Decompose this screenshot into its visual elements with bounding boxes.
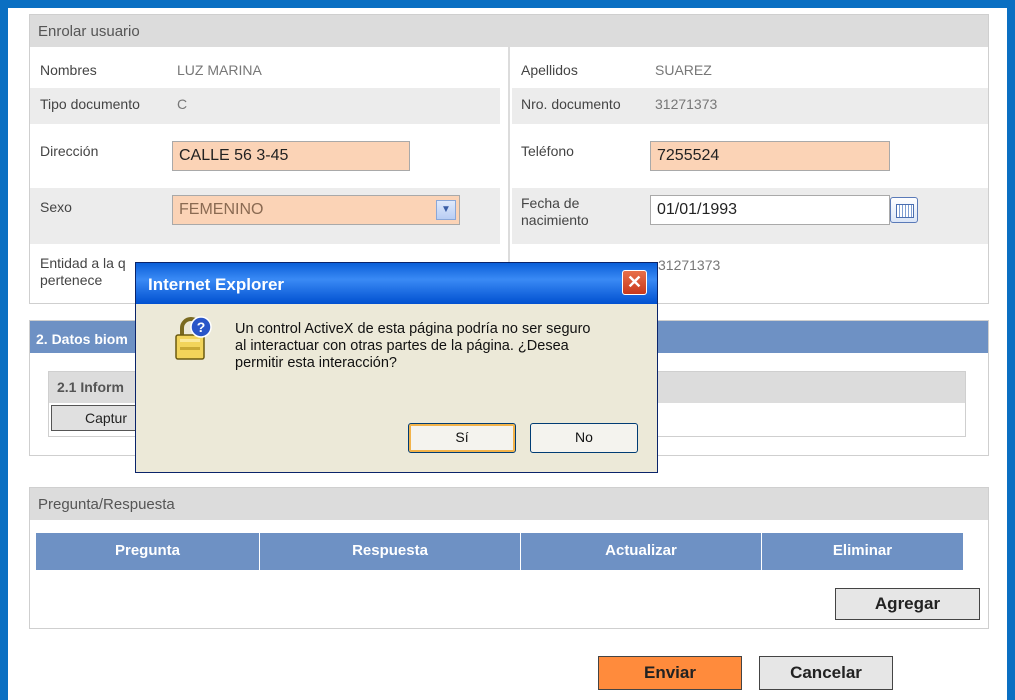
- column-header-eliminar: Eliminar: [761, 533, 963, 570]
- column-header-pregunta: Pregunta: [36, 533, 259, 570]
- nombres-value: LUZ MARINA: [177, 62, 262, 78]
- close-icon[interactable]: ✕: [622, 270, 647, 295]
- telefono-input[interactable]: 7255524: [650, 141, 890, 171]
- dialog-title: Internet Explorer: [136, 263, 657, 304]
- sexo-select[interactable]: FEMENINO ▼: [172, 195, 460, 225]
- window-frame-right: [1007, 0, 1015, 700]
- entidad-label: Entidad a la q pertenece: [40, 255, 126, 289]
- nro-documento-label: Nro. documento: [521, 96, 621, 112]
- nombres-label: Nombres: [40, 62, 97, 78]
- window-frame-top: [0, 0, 1015, 8]
- chevron-down-icon[interactable]: ▼: [436, 200, 456, 220]
- window-frame-left: [0, 0, 8, 700]
- apellidos-value: SUAREZ: [655, 62, 712, 78]
- sexo-label: Sexo: [40, 199, 72, 215]
- cancelar-button[interactable]: Cancelar: [759, 656, 893, 690]
- padlock-question-icon: ?: [172, 315, 212, 363]
- column-header-respuesta: Respuesta: [259, 533, 520, 570]
- entidad-label-line1: Entidad a la q: [40, 255, 126, 271]
- activex-dialog: Internet Explorer ✕ ? Un control ActiveX…: [135, 262, 658, 473]
- pregunta-respuesta-title: Pregunta/Respuesta: [30, 488, 988, 520]
- sexo-select-value: FEMENINO: [179, 201, 264, 218]
- entidad-label-line2: pertenece: [40, 272, 103, 288]
- nro-documento-value: 31271373: [655, 96, 718, 112]
- agregar-button[interactable]: Agregar: [835, 588, 980, 620]
- enrolar-panel: Enrolar usuario Nombres LUZ MARINA Apell…: [29, 14, 989, 304]
- fecha-nacimiento-label: Fecha de nacimiento: [521, 195, 589, 228]
- direccion-label: Dirección: [40, 143, 99, 159]
- svg-text:?: ?: [197, 319, 206, 335]
- dialog-no-button[interactable]: No: [530, 423, 638, 453]
- telefono-label: Teléfono: [521, 143, 574, 159]
- enrolar-panel-title: Enrolar usuario: [30, 15, 988, 47]
- dialog-message: Un control ActiveX de esta página podría…: [235, 321, 635, 372]
- calendar-grid: [896, 204, 914, 218]
- column-header-actualizar: Actualizar: [520, 533, 761, 570]
- tipo-documento-label: Tipo documento: [40, 96, 140, 112]
- direccion-input[interactable]: CALLE 56 3-45: [172, 141, 410, 171]
- calendar-icon[interactable]: [890, 197, 918, 223]
- tipo-documento-value: C: [177, 96, 188, 112]
- dialog-message-line2: al interactuar con otras partes de la pá…: [235, 338, 569, 354]
- pregunta-respuesta-panel: Pregunta/Respuesta Pregunta Respuesta Ac…: [29, 487, 989, 629]
- enviar-button[interactable]: Enviar: [598, 656, 742, 690]
- dialog-message-line1: Un control ActiveX de esta página podría…: [235, 321, 591, 337]
- entidad-value-partial: 31271373: [658, 257, 721, 273]
- fecha-nacimiento-input[interactable]: 01/01/1993: [650, 195, 890, 225]
- dialog-message-line3: permitir esta interacción?: [235, 355, 397, 371]
- apellidos-label: Apellidos: [521, 62, 578, 78]
- dialog-yes-button[interactable]: Sí: [408, 423, 516, 453]
